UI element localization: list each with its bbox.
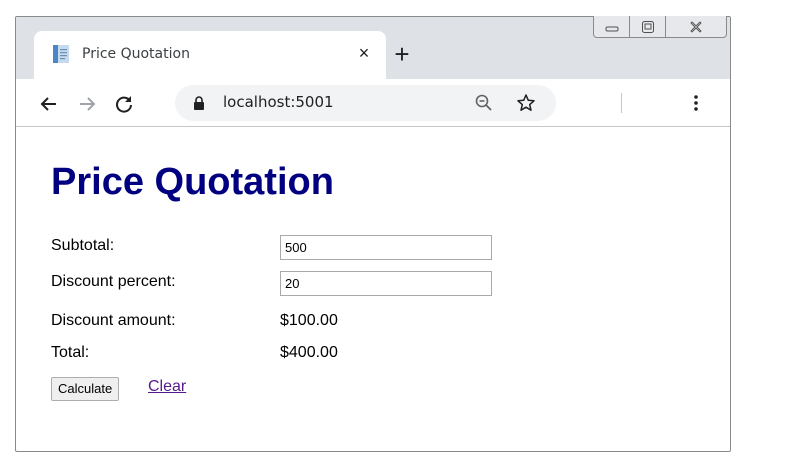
discount-percent-label: Discount percent:	[51, 273, 176, 290]
minimize-icon	[605, 26, 619, 31]
url-text[interactable]: localhost:5001	[223, 93, 334, 111]
lock-icon[interactable]	[193, 96, 205, 110]
reload-icon[interactable]	[113, 93, 135, 115]
subtotal-label: Subtotal:	[51, 237, 115, 254]
maximize-button[interactable]	[630, 16, 667, 37]
document-favicon-icon	[53, 45, 69, 63]
discount-percent-input[interactable]	[280, 271, 492, 296]
browser-toolbar: localhost:5001	[16, 79, 730, 127]
calculate-button[interactable]: Calculate	[51, 377, 120, 401]
restore-icon	[641, 20, 654, 33]
clear-link[interactable]: Clear	[148, 378, 186, 396]
browser-tab[interactable]: Price Quotation ×	[34, 31, 386, 79]
discount-amount-label: Discount amount:	[51, 312, 176, 329]
minimize-button[interactable]	[594, 16, 631, 37]
forward-arrow-icon[interactable]	[76, 93, 98, 115]
discount-amount-value: $100.00	[280, 312, 338, 329]
close-icon[interactable]: ×	[354, 43, 374, 63]
tab-title: Price Quotation	[82, 46, 190, 62]
page-title: Price Quotation	[51, 161, 334, 203]
window-close-icon	[690, 20, 702, 33]
tab-strip: Price Quotation × +	[16, 16, 730, 79]
kebab-menu-icon[interactable]	[692, 93, 700, 113]
page-content: Price Quotation Subtotal: Discount perce…	[16, 127, 730, 451]
total-label: Total:	[51, 344, 90, 361]
toolbar-divider	[621, 93, 622, 113]
zoom-out-icon[interactable]	[475, 94, 493, 112]
browser-window: Price Quotation × + localhost:5001 Price…	[15, 16, 731, 452]
address-bar[interactable]: localhost:5001	[175, 85, 556, 121]
back-arrow-icon[interactable]	[38, 93, 60, 115]
subtotal-input[interactable]	[280, 235, 492, 260]
window-controls	[593, 16, 727, 38]
total-value: $400.00	[280, 344, 338, 361]
plus-icon[interactable]: +	[388, 41, 416, 70]
star-icon[interactable]	[516, 93, 536, 113]
window-close-button[interactable]	[666, 16, 726, 37]
